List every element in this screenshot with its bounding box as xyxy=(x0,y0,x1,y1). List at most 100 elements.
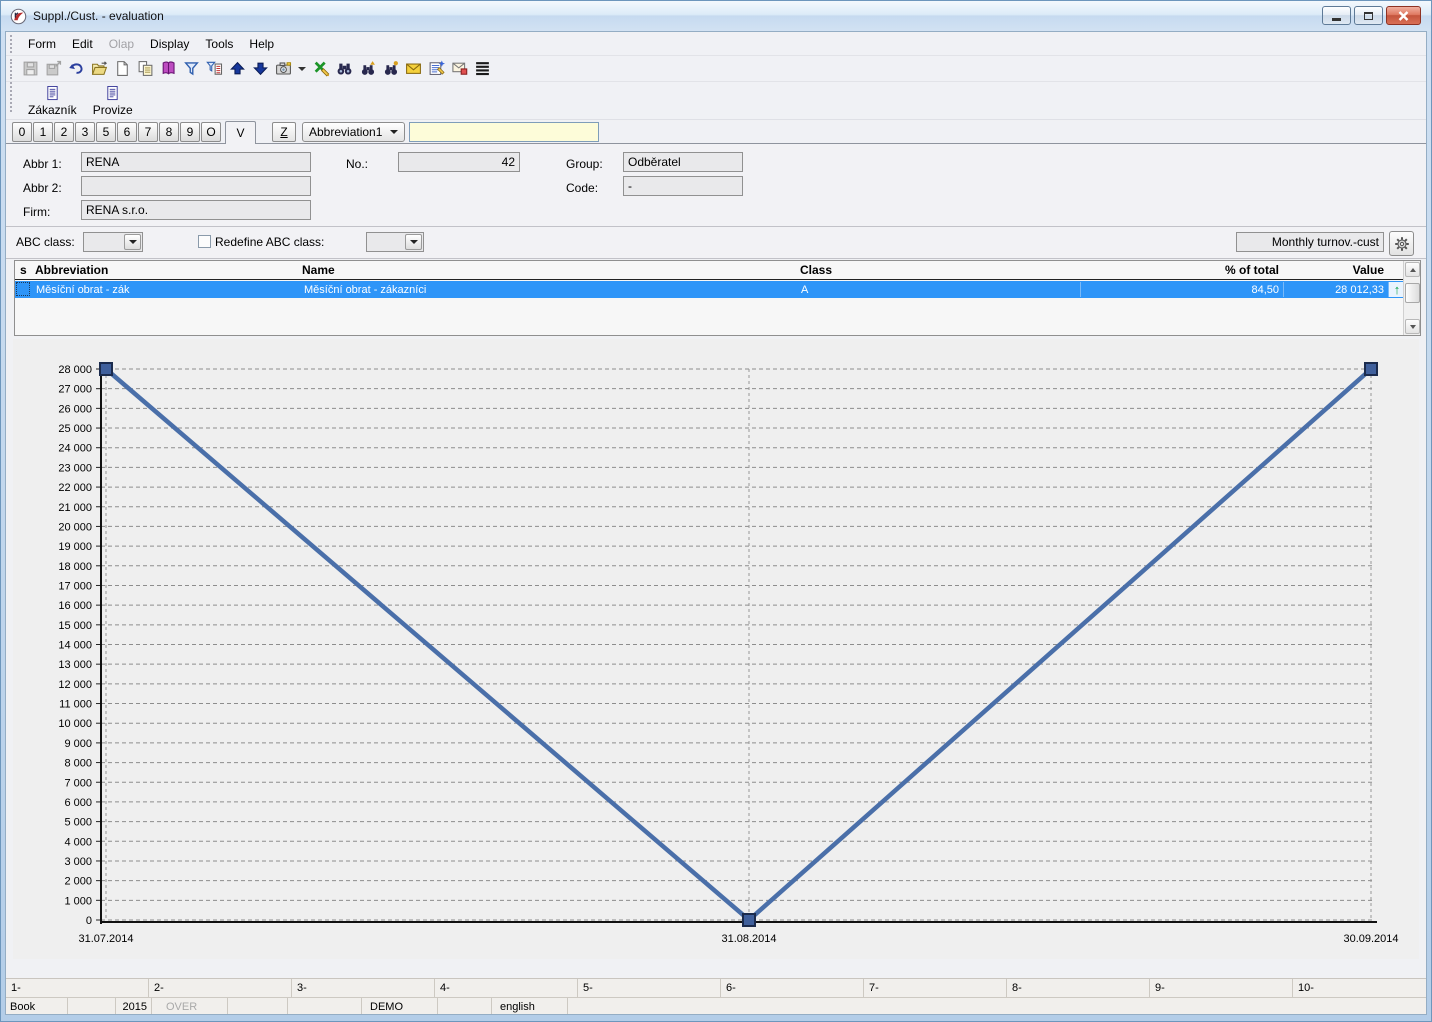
zakaznik-label: Zákazník xyxy=(28,102,77,117)
scrollbar-thumb[interactable] xyxy=(1405,283,1420,303)
copy-icon[interactable] xyxy=(135,58,156,79)
col-name[interactable]: Name xyxy=(302,263,335,277)
abbr2-field[interactable] xyxy=(81,176,311,196)
firm-label: Firm: xyxy=(23,205,51,219)
tab-9[interactable]: 9 xyxy=(180,122,200,142)
filter-icon[interactable] xyxy=(181,58,202,79)
send-mail-icon[interactable] xyxy=(403,58,424,79)
col-value[interactable]: Value xyxy=(1283,263,1384,277)
svg-text:18 000: 18 000 xyxy=(58,561,92,573)
find-previous-icon[interactable] xyxy=(357,58,378,79)
shortcut-gripper[interactable] xyxy=(10,82,14,112)
status-empty-2 xyxy=(228,998,288,1014)
close-button[interactable] xyxy=(1386,6,1421,25)
snapshot-icon[interactable] xyxy=(273,58,294,79)
svg-text:28 000: 28 000 xyxy=(58,364,92,376)
table-row-selected[interactable]: Měsíční obrat - zák Měsíční obrat - záka… xyxy=(15,281,1405,298)
svg-text:31.07.2014: 31.07.2014 xyxy=(78,933,133,945)
cell-pct-of-total: 84,50 xyxy=(1080,282,1283,297)
svg-text:3 000: 3 000 xyxy=(64,856,92,868)
table-vertical-scrollbar[interactable] xyxy=(1403,261,1420,335)
code-label: Code: xyxy=(566,181,599,195)
page-tab-strip: 0 1 2 3 5 6 7 8 9 O V Z Abbreviation1 xyxy=(6,121,1426,144)
code-field[interactable]: - xyxy=(623,176,743,196)
svg-text:30.09.2014: 30.09.2014 xyxy=(1343,933,1398,945)
cell-value: 28 012,33 xyxy=(1283,282,1388,297)
group-field[interactable]: Odběratel xyxy=(623,152,743,172)
col-class[interactable]: Class xyxy=(800,263,832,277)
customer-form: Abbr 1: RENA No.: 42 Group: Odběratel Ab… xyxy=(6,144,1426,226)
tab-1[interactable]: 1 xyxy=(33,122,53,142)
find-icon[interactable] xyxy=(334,58,355,79)
status-empty-4 xyxy=(438,998,492,1014)
maximize-button[interactable] xyxy=(1354,6,1383,25)
z-button[interactable]: Z xyxy=(272,122,296,142)
tab-6[interactable]: 6 xyxy=(117,122,137,142)
fkey-2: 2- xyxy=(149,979,292,997)
catalog-book-icon[interactable] xyxy=(158,58,179,79)
abc-class-combobox[interactable] xyxy=(83,232,143,252)
snapshot-dropdown-icon[interactable] xyxy=(296,58,307,79)
field-selector-combobox[interactable]: Abbreviation1 xyxy=(302,122,406,142)
tab-3[interactable]: 3 xyxy=(75,122,95,142)
col-abbreviation[interactable]: Abbreviation xyxy=(35,263,108,277)
menu-edit[interactable]: Edit xyxy=(64,34,101,54)
mail-options-icon[interactable] xyxy=(449,58,470,79)
scroll-up-button[interactable] xyxy=(1405,262,1420,277)
no-label: No.: xyxy=(346,157,369,171)
minimize-button[interactable] xyxy=(1322,6,1351,25)
tab-2[interactable]: 2 xyxy=(54,122,74,142)
svg-text:11 000: 11 000 xyxy=(59,699,92,711)
svg-text:0: 0 xyxy=(86,915,92,927)
search-input[interactable] xyxy=(409,122,600,142)
monthly-turnover-field[interactable]: Monthly turnov.-cust xyxy=(1236,232,1384,252)
firm-field[interactable]: RENA s.r.o. xyxy=(81,200,311,220)
undo-icon[interactable] xyxy=(66,58,87,79)
settings-button[interactable] xyxy=(1389,231,1414,256)
menu-display[interactable]: Display xyxy=(142,34,197,54)
svg-text:12 000: 12 000 xyxy=(58,679,92,691)
zakaznik-button[interactable]: Zákazník xyxy=(20,82,85,119)
status-bar: Book 2015 OVER DEMO english xyxy=(6,997,1426,1014)
table-header: s Abbreviation Name Class % of total Val… xyxy=(15,261,1403,280)
filter-form-icon[interactable] xyxy=(204,58,225,79)
abbr1-field[interactable]: RENA xyxy=(81,152,311,172)
svg-text:23 000: 23 000 xyxy=(58,462,92,474)
provize-button[interactable]: Provize xyxy=(85,82,141,119)
menu-form[interactable]: Form xyxy=(20,34,64,54)
move-down-icon[interactable] xyxy=(250,58,271,79)
export-edit-icon[interactable] xyxy=(311,58,332,79)
new-document-icon[interactable] xyxy=(112,58,133,79)
col-s[interactable]: s xyxy=(20,263,27,277)
provize-label: Provize xyxy=(92,102,133,117)
no-field[interactable]: 42 xyxy=(398,152,520,172)
turnover-chart: 0 1 000 2 000 3 000 4 000 5 000 6 000 7 000 8 00… xyxy=(13,339,1419,959)
scroll-down-button[interactable] xyxy=(1405,319,1420,334)
field-list-icon[interactable] xyxy=(472,58,493,79)
tab-o[interactable]: O xyxy=(201,122,221,142)
tab-8[interactable]: 8 xyxy=(159,122,179,142)
col-pct-of-total[interactable]: % of total xyxy=(1080,263,1279,277)
menu-help[interactable]: Help xyxy=(241,34,282,54)
menu-gripper[interactable] xyxy=(10,35,14,53)
form-document-icon xyxy=(47,85,58,100)
evaluation-table: s Abbreviation Name Class % of total Val… xyxy=(14,260,1421,336)
redefine-abc-checkbox[interactable] xyxy=(198,235,211,248)
edit-journal-icon[interactable] xyxy=(426,58,447,79)
tab-0[interactable]: 0 xyxy=(12,122,32,142)
open-icon[interactable] xyxy=(89,58,110,79)
chevron-down-icon xyxy=(124,234,141,250)
redefine-abc-combobox[interactable] xyxy=(366,232,424,252)
app-logo-icon xyxy=(10,8,27,24)
redefine-abc-label: Redefine ABC class: xyxy=(215,235,325,249)
tab-5[interactable]: 5 xyxy=(96,122,116,142)
tab-v-active[interactable]: V xyxy=(225,121,256,144)
abc-class-label: ABC class: xyxy=(16,235,75,249)
tab-7[interactable]: 7 xyxy=(138,122,158,142)
find-next-icon[interactable] xyxy=(380,58,401,79)
title-bar[interactable]: Suppl./Cust. - evaluation xyxy=(1,1,1431,31)
move-up-icon[interactable] xyxy=(227,58,248,79)
status-empty-3 xyxy=(288,998,362,1014)
menu-tools[interactable]: Tools xyxy=(197,34,241,54)
toolbar-gripper[interactable] xyxy=(10,58,14,79)
